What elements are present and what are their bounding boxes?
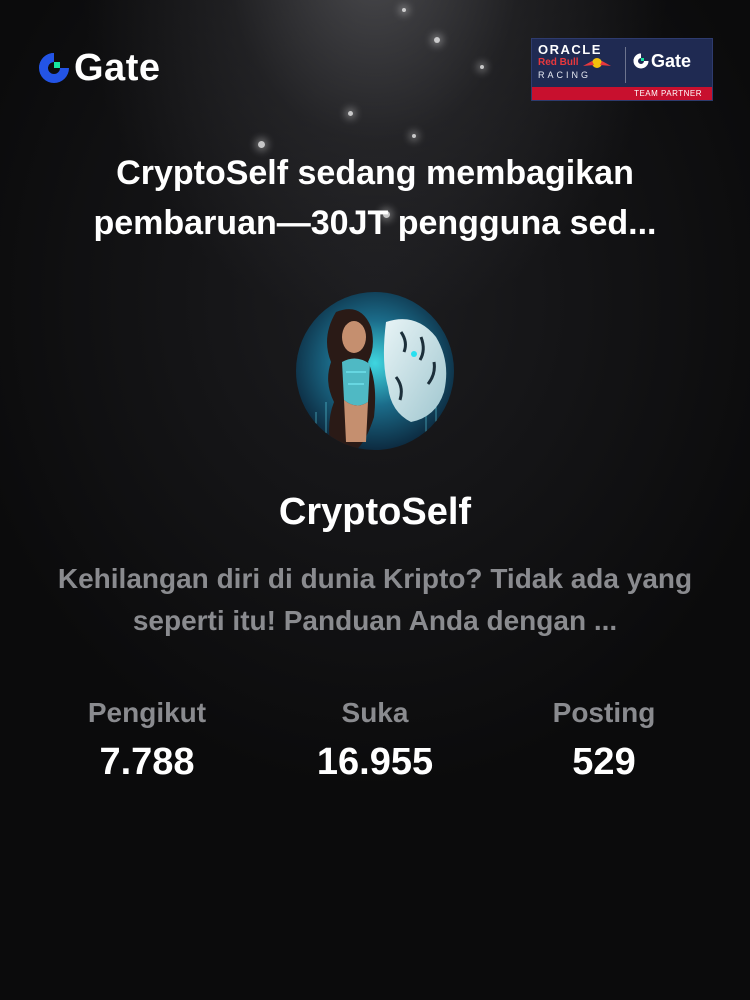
share-card: Gate ORACLE Red Bull RACING Gate TEAM PA…: [0, 0, 750, 1000]
oracle-redbull-racing-logo: ORACLE Red Bull RACING: [538, 43, 622, 81]
gate-logo-text: Gate: [74, 47, 161, 89]
oracle-text: ORACLE: [538, 42, 602, 57]
stat-value: 7.788: [99, 741, 195, 783]
racing-text: RACING: [538, 70, 592, 80]
gate-logo-icon: [633, 53, 649, 69]
sparkle-decoration: [402, 8, 406, 12]
stat-posts: Posting 529: [484, 692, 724, 788]
gate-logo-icon: [39, 53, 69, 83]
profile-name: CryptoSelf: [278, 491, 472, 533]
partner-gate-logo: Gate: [632, 51, 691, 71]
redbull-text: Red Bull: [538, 57, 622, 69]
profile-bio: Kehilangan diri di dunia Kripto? Tidak a…: [57, 563, 693, 636]
partner-gate-text: Gate: [651, 51, 692, 71]
team-partner-band: TEAM PARTNER: [532, 87, 712, 100]
avatar-image: [296, 292, 454, 450]
stat-value: 529: [572, 741, 636, 783]
badge-divider: [625, 47, 626, 83]
stat-label: Suka: [341, 697, 409, 728]
profile-stats: Pengikut 7.788 Suka 16.955 Posting 529: [0, 692, 750, 792]
avatar: [296, 292, 454, 450]
stat-value: 16.955: [316, 741, 434, 783]
sparkle-decoration: [434, 37, 440, 43]
sparkle-decoration: [348, 111, 353, 116]
redbull-bulls-icon: [582, 58, 611, 68]
sparkle-decoration: [412, 134, 416, 138]
sparkle-decoration: [480, 65, 484, 69]
stat-label: Posting: [552, 697, 656, 728]
stat-label: Pengikut: [87, 697, 207, 728]
sparkle-decoration: [258, 141, 265, 148]
stat-followers: Pengikut 7.788: [27, 692, 267, 788]
stat-likes: Suka 16.955: [255, 692, 495, 788]
gate-logo: Gate: [36, 47, 161, 89]
share-headline: CryptoSelf sedang membagikan pembaruan—3…: [93, 154, 657, 242]
team-partner-badge: ORACLE Red Bull RACING Gate TEAM PARTNER: [531, 38, 713, 101]
